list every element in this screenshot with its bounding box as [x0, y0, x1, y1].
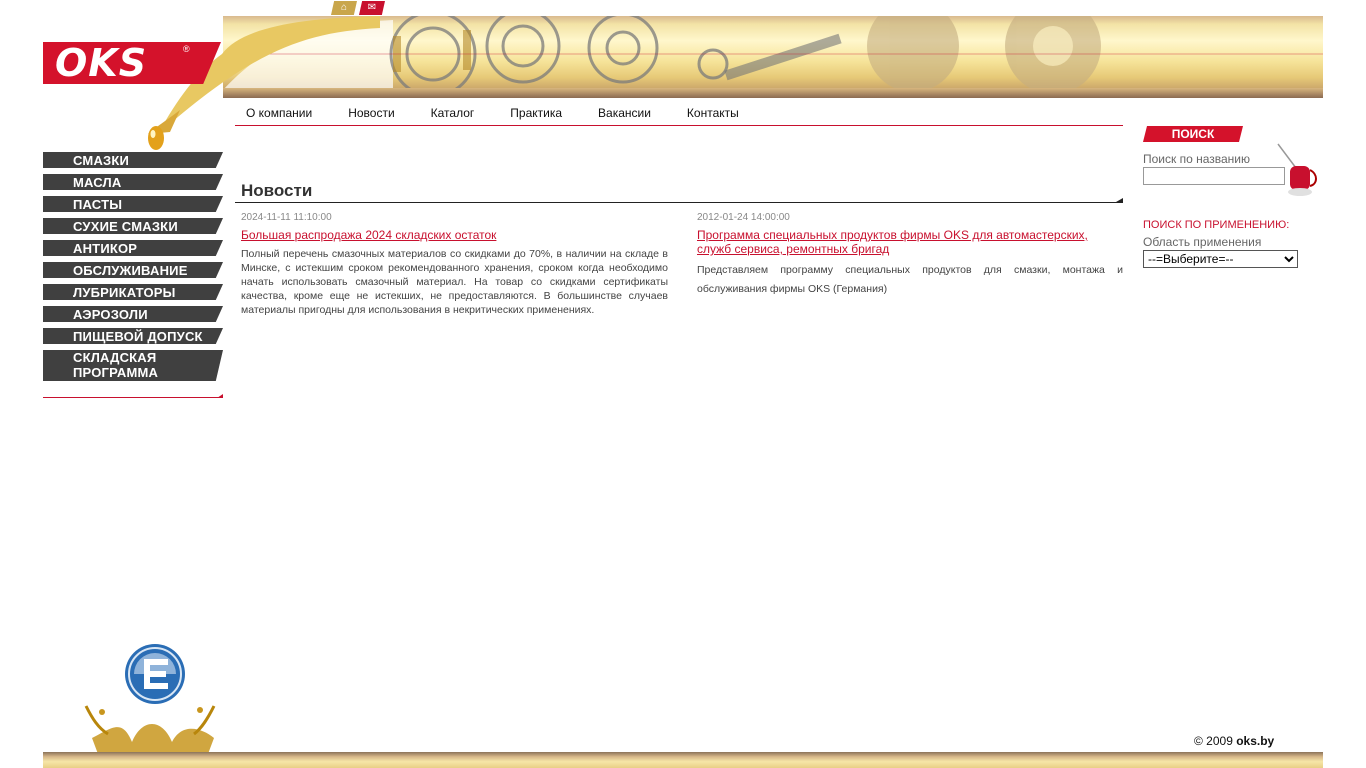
search-by-name-label: Поиск по названию — [1143, 152, 1251, 166]
nav-item-practice[interactable]: Практика — [499, 104, 580, 125]
sidebar-item-lubricators[interactable]: ЛУБРИКАТОРЫ — [43, 284, 223, 300]
nav-item-vacancies[interactable]: Вакансии — [587, 104, 669, 125]
sidebar-item-maintenance[interactable]: ОБСЛУЖИВАНИЕ — [43, 262, 223, 278]
sidebar-item-food-grade[interactable]: ПИЩЕВОЙ ДОПУСК — [43, 328, 223, 344]
oil-drop-graphic — [148, 16, 380, 150]
news-item: 2012-01-24 14:00:00 Программа специальны… — [697, 212, 1123, 299]
copyright: © 2009 oks.by — [1194, 734, 1274, 748]
nav-item-news[interactable]: Новости — [337, 104, 412, 125]
news-date: 2012-01-24 14:00:00 — [697, 212, 790, 223]
news-date: 2024-11-11 11:10:00 — [241, 212, 332, 223]
nav-item-about[interactable]: О компании — [235, 104, 330, 125]
sidebar-item-pastes[interactable]: ПАСТЫ — [43, 196, 223, 212]
application-area-label: Область применения — [1143, 235, 1262, 249]
main-nav: О компании Новости Каталог Практика Вака… — [235, 104, 1123, 126]
news-item: 2024-11-11 11:10:00 Большая распродажа 2… — [241, 212, 668, 317]
news-text: Полный перечень смазочных материалов со … — [241, 248, 668, 316]
mail-icon[interactable]: ✉ — [359, 1, 385, 15]
sidebar-divider — [43, 397, 223, 398]
search-by-application-title: ПОИСК ПО ПРИМЕНЕНИЮ: — [1143, 219, 1290, 231]
oil-can-icon — [1277, 143, 1317, 196]
sidebar-menu: СМАЗКИ МАСЛА ПАСТЫ СУХИЕ СМАЗКИ АНТИКОР … — [43, 152, 223, 387]
page-title: Новости — [241, 181, 313, 200]
banner-image — [223, 16, 1323, 98]
sidebar-item-oils[interactable]: МАСЛА — [43, 174, 223, 190]
nav-item-contacts[interactable]: Контакты — [676, 104, 757, 125]
search-input[interactable] — [1143, 167, 1285, 185]
copyright-site[interactable]: oks.by — [1236, 734, 1274, 748]
logo-text: OKS — [55, 41, 148, 85]
top-icon-bar: ⌂ ✉ — [331, 1, 385, 15]
nav-item-catalog[interactable]: Каталог — [420, 104, 493, 125]
home-icon[interactable]: ⌂ — [331, 1, 357, 15]
news-title-link[interactable]: Программа специальных продуктов фирмы OK… — [697, 228, 1123, 256]
sidebar-item-lubricants[interactable]: СМАЗКИ — [43, 152, 223, 168]
e-logo-icon — [125, 644, 185, 704]
search-header: ПОИСК — [1143, 126, 1243, 142]
title-divider — [235, 202, 1123, 203]
application-area-select[interactable]: --=Выберите=-- — [1143, 250, 1298, 268]
oil-splash-graphic — [84, 705, 216, 754]
page: ⌂ ✉ OKS ® О компании Новости Каталог Пра… — [0, 0, 1366, 768]
sidebar-item-dry-lubricants[interactable]: СУХИЕ СМАЗКИ — [43, 218, 223, 234]
oks-logo[interactable]: OKS — [43, 42, 221, 84]
sidebar-item-stock-program[interactable]: СКЛАДСКАЯ ПРОГРАММА — [43, 350, 223, 381]
sidebar-item-anticorrosion[interactable]: АНТИКОР — [43, 240, 223, 256]
sidebar-item-aerosols[interactable]: АЭРОЗОЛИ — [43, 306, 223, 322]
news-title-link[interactable]: Большая распродажа 2024 складских остато… — [241, 228, 668, 242]
footer-bar — [43, 752, 1323, 768]
copyright-text: © 2009 — [1194, 734, 1237, 748]
news-text: Представляем программу специальных проду… — [697, 264, 1123, 295]
logo-registered-mark: ® — [183, 44, 190, 54]
